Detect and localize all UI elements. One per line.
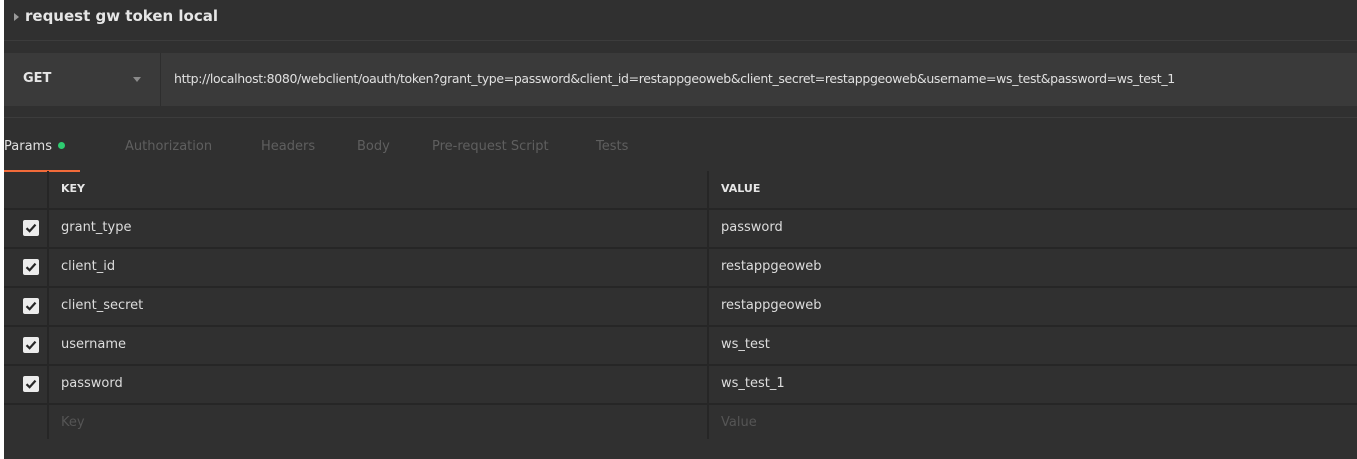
checkbox-checked[interactable] (23, 298, 39, 314)
checkmark-icon (25, 223, 37, 233)
header-key-cell: KEY (49, 171, 709, 208)
request-title[interactable]: request gw token local (25, 7, 218, 25)
url-input[interactable]: http://localhost:8080/webclient/oauth/to… (174, 71, 1175, 86)
check-cell (4, 249, 49, 286)
value-cell[interactable]: ws_test_1 (709, 366, 1357, 403)
key-cell[interactable]: client_id (49, 249, 709, 286)
param-value: ws_test_1 (721, 376, 785, 391)
checkmark-icon (25, 379, 37, 389)
value-cell[interactable]: restappgeoweb (709, 288, 1357, 325)
tab-tests[interactable]: Tests (596, 139, 628, 154)
chevron-down-icon (133, 77, 141, 82)
tab-authorization[interactable]: Authorization (125, 139, 212, 154)
tab-pre-request-script[interactable]: Pre-request Script (432, 139, 549, 154)
check-cell (4, 288, 49, 325)
checkmark-icon (25, 301, 37, 311)
param-key: client_id (61, 259, 116, 274)
table-row: username ws_test (4, 327, 1357, 366)
checkbox-checked[interactable] (23, 337, 39, 353)
tab-body[interactable]: Body (357, 139, 390, 154)
param-key: password (61, 376, 123, 391)
param-value: password (721, 220, 783, 235)
key-placeholder: Key (61, 415, 85, 430)
param-value: restappgeoweb (721, 259, 822, 274)
header-check-cell (4, 171, 49, 208)
tab-headers[interactable]: Headers (261, 139, 315, 154)
tab-params-label: Params (4, 139, 52, 154)
key-column-header: KEY (61, 182, 86, 195)
value-cell[interactable]: ws_test (709, 327, 1357, 364)
check-cell (4, 327, 49, 364)
param-key: client_secret (61, 298, 144, 313)
key-cell[interactable]: password (49, 366, 709, 403)
checkmark-icon (25, 262, 37, 272)
param-key: grant_type (61, 220, 132, 235)
request-title-bar: request gw token local (4, 0, 1357, 41)
header-value-cell: VALUE (709, 171, 1357, 208)
params-active-indicator (57, 142, 65, 149)
new-key-input[interactable]: Key (49, 405, 709, 442)
value-column-header: VALUE (721, 182, 761, 195)
param-value: restappgeoweb (721, 298, 822, 313)
checkbox-checked[interactable] (23, 376, 39, 392)
checkbox-checked[interactable] (23, 259, 39, 275)
table-header-row: KEY VALUE (4, 171, 1357, 210)
table-row: grant_type password (4, 210, 1357, 249)
params-table: KEY VALUE grant_type password client_id … (4, 171, 1357, 444)
check-cell (4, 366, 49, 403)
bottom-strip (4, 439, 1357, 459)
param-value: ws_test (721, 337, 770, 352)
table-row: client_secret restappgeoweb (4, 288, 1357, 327)
value-cell[interactable]: password (709, 210, 1357, 247)
url-bar: GET http://localhost:8080/webclient/oaut… (4, 53, 1357, 106)
key-cell[interactable]: grant_type (49, 210, 709, 247)
table-row: password ws_test_1 (4, 366, 1357, 405)
check-cell (4, 210, 49, 247)
checkbox-checked[interactable] (23, 220, 39, 236)
new-value-input[interactable]: Value (709, 405, 1357, 442)
value-cell[interactable]: restappgeoweb (709, 249, 1357, 286)
param-key: username (61, 337, 126, 352)
method-select[interactable]: GET (4, 53, 161, 106)
postman-request-panel: request gw token local GET http://localh… (4, 0, 1357, 459)
checkmark-icon (25, 340, 37, 350)
value-placeholder: Value (721, 415, 757, 430)
request-tabs: Params Authorization Headers Body Pre-re… (4, 117, 1357, 172)
method-label: GET (23, 71, 52, 86)
check-cell (4, 405, 49, 442)
table-row: client_id restappgeoweb (4, 249, 1357, 288)
key-cell[interactable]: client_secret (49, 288, 709, 325)
key-cell[interactable]: username (49, 327, 709, 364)
tab-params[interactable]: Params (4, 139, 65, 154)
expand-caret-icon[interactable] (14, 13, 19, 21)
